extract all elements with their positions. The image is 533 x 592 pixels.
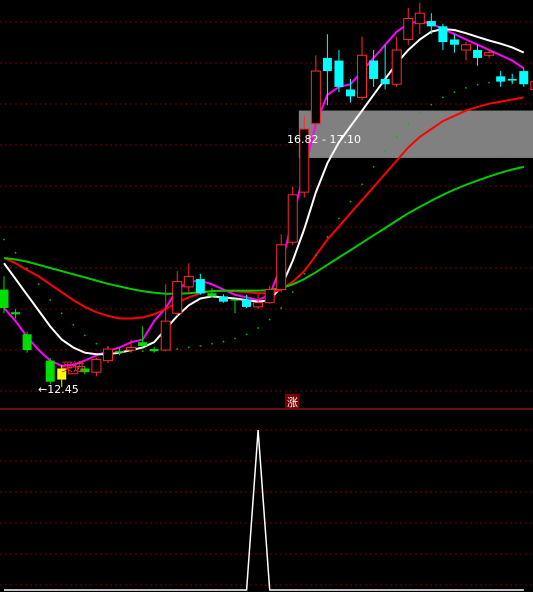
indicator-panel [4,429,524,591]
candle-body [287,194,298,243]
ma-dot [199,344,202,347]
indicator-line [4,429,524,591]
ma-dot [49,299,52,301]
ma-dot [476,83,479,86]
candle-body [138,342,148,346]
ma-dot [3,238,5,241]
candle-body [426,21,436,27]
ma-dot [211,342,213,345]
candle-body [391,49,402,85]
candle-body [322,57,332,72]
ma-dot [384,150,387,152]
candle-body [45,360,55,382]
candle-body [126,346,137,351]
candle-body [183,275,194,288]
candle-body [195,279,205,294]
zhang-badge-label: 涨 [287,396,298,409]
ma-dot [303,272,306,275]
ma-dot [314,254,317,257]
ma-dot [430,103,433,106]
candle-body [276,244,287,291]
candle-body [218,296,228,302]
candle-body [380,78,390,85]
ma-dot [361,183,363,186]
candle-body [310,70,321,125]
ma-dot [14,251,17,254]
candle-body [22,334,32,351]
ma-dot [268,318,271,321]
candle-body [0,289,9,308]
candle-body [253,302,264,308]
ma-dot [176,348,179,350]
annotations: 16.82 - 17.10 ←12.45 买进 涨 [38,133,361,409]
ma-dot [372,165,375,168]
candle-body [461,44,471,51]
candle-body [149,349,159,352]
candle-body [334,60,344,87]
candle-body [449,39,459,45]
ma-dot [141,350,144,353]
candle-body [172,281,183,314]
ma-dot [465,87,467,89]
ma-dot [407,122,410,125]
ma-dot [222,340,225,343]
ma-dot [442,96,444,99]
low-price-label: ←12.45 [38,383,79,396]
candle-body [264,289,275,304]
ma-dot [488,81,490,84]
candle-body [473,50,483,58]
candle-body [115,351,124,353]
candle-body [346,89,355,97]
buy-signal-label: 买进 [61,360,85,374]
ma-dot [60,312,63,315]
candle-body [160,320,171,351]
candle-body [414,12,425,25]
candle-body [102,348,113,362]
ma-dot [245,333,248,336]
candle-body [91,359,102,373]
ma-dot [326,236,329,238]
ma-dot [26,267,28,270]
candle-body [519,71,529,85]
candle-body [438,26,448,43]
candle-body [242,299,252,307]
ma-dot [187,346,190,349]
ma-dot [37,283,40,286]
ma-dot [349,200,352,203]
ma-dot [338,217,340,220]
ma-dot [280,307,283,309]
ma-dot [453,91,456,94]
candle-body [357,54,368,98]
ma-dot [395,135,398,138]
range-label: 16.82 - 17.10 [287,133,361,146]
ma-dot [83,334,86,337]
stock-chart: 16.82 - 17.10 ←12.45 买进 涨 [0,2,533,591]
candlesticks [0,2,533,387]
ma-dot [257,327,259,329]
ma-dot [234,337,236,340]
ma-dot [418,112,421,115]
candle-body [507,78,517,81]
candle-body [369,60,379,79]
ma-dot [95,342,98,345]
candle-body [403,17,414,40]
ma-dot [291,291,294,294]
ma-dot [72,323,75,326]
candle-body [207,293,217,297]
candle-body [230,299,240,301]
candle-body [11,312,21,315]
candle-body [496,76,506,82]
candle-body [484,52,495,56]
moving-average-lines [3,20,525,367]
